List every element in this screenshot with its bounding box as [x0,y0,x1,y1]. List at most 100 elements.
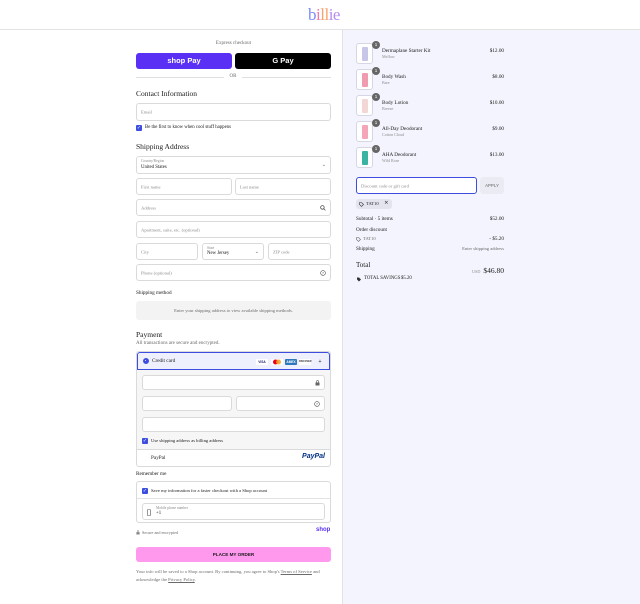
discount-value: - $5.20 [489,236,504,242]
footer-period: . [194,577,196,582]
name-on-card-field[interactable] [142,417,325,432]
product-image [362,151,368,165]
city-field[interactable]: City [136,243,198,260]
state-label: State [207,246,215,250]
last-name-field[interactable]: Last name [235,178,331,195]
shop-pay-button[interactable]: shop Pay [136,53,232,69]
expiration-field[interactable] [142,396,232,411]
country-select[interactable]: Country/Region United States ⌄ [136,156,331,174]
mobile-phone-field[interactable]: Mobile phone number +1 [142,503,325,520]
product-image [362,125,368,139]
quantity-badge: 1 [372,145,380,153]
help-icon[interactable]: ? [320,270,326,276]
discount-tag: TAT10 × [356,199,392,209]
product-thumbnail: 1 [356,145,380,168]
address-field[interactable]: Address [136,199,331,216]
product-price: $9.00 [492,126,504,132]
first-name-placeholder: First name [141,184,161,189]
security-code-field[interactable]: ? [236,396,325,411]
shipping-label: Shipping [356,246,375,252]
paypal-label: PayPal [151,455,166,461]
paypal-option[interactable]: PayPal PayPal [137,449,330,466]
product-image [362,47,368,61]
apply-button[interactable]: APPLY [480,177,504,194]
first-name-field[interactable]: First name [136,178,232,195]
privacy-link[interactable]: Privacy Policy [168,577,195,582]
secure-text: Secure and encrypted [142,530,179,535]
remove-discount-icon[interactable]: × [384,200,389,206]
mastercard-icon [271,359,283,365]
state-select[interactable]: State New Jersey ⌄ [202,243,264,260]
credit-card-radio[interactable] [143,358,149,364]
quantity-badge: 1 [372,93,380,101]
newsletter-label: Be the first to know when cool stuff hap… [145,125,231,130]
product-image [362,99,368,113]
product-variant: Bare [382,80,390,85]
phone-placeholder: Phone (optional) [141,270,172,275]
discount-code-applied: TAT10 [363,236,376,241]
card-number-field[interactable] [142,375,325,390]
shipping-method-title: Shipping method [136,290,172,296]
shop-pay-label: shop Pay [167,56,201,65]
footer-text: Your info will be saved to a Shop accoun… [136,569,280,574]
product-price: $13.00 [489,152,504,158]
save-info-label: Save my information for a faster checkou… [151,488,268,493]
card-form: ? ✓ Use shipping address as billing addr… [137,370,330,449]
order-summary-panel [342,30,640,604]
chevron-down-icon: ⌄ [254,249,259,255]
shipping-method-box: Enter your shipping address to view avai… [136,301,331,320]
discount-code-field[interactable]: Discount code or gift card [356,177,477,194]
zip-field[interactable]: ZIP code [268,243,331,260]
tag-icon [356,237,361,242]
product-variant: Mellow [382,54,395,59]
product-price: $8.00 [492,74,504,80]
divider [136,77,224,78]
credit-card-label: Credit card [152,358,176,364]
country-label: Country/Region [141,159,165,163]
search-icon [320,205,326,211]
terms-link[interactable]: Terms of Service [281,569,312,574]
payment-methods: Credit card VISA AMEX DISCOVER + ? ✓ Use… [136,351,331,467]
email-placeholder: Email [141,109,152,115]
tag-icon [357,277,361,282]
apartment-field[interactable]: Apartment, suite, etc. (optional) [136,221,331,238]
express-checkout-label: Express checkout [215,41,252,46]
header: billie [0,0,640,30]
apartment-placeholder: Apartment, suite, etc. (optional) [141,227,200,232]
total-savings-label: TOTAL SAVINGS [364,276,401,281]
contact-title: Contact Information [136,89,198,98]
discount-placeholder: Discount code or gift card [361,183,409,188]
product-price: $10.00 [489,100,504,106]
save-info-checkbox[interactable]: ✓ [142,488,148,494]
billing-address-checkbox[interactable]: ✓ [142,438,148,444]
newsletter-checkbox[interactable]: ✓ [136,125,142,131]
city-placeholder: City [141,249,149,254]
zip-placeholder: ZIP code [273,249,290,254]
google-pay-button[interactable]: G Pay [235,53,331,69]
paypal-logo: PayPal [302,453,325,460]
lock-icon [315,380,320,386]
quantity-badge: 1 [372,41,380,49]
footer-legal: Your info will be saved to a Shop accoun… [136,568,331,584]
product-thumbnail: 1 [356,41,380,64]
remember-title: Remember me [136,471,167,477]
quantity-badge: 1 [372,67,380,75]
divider [242,77,331,78]
place-order-button[interactable]: PLACE MY ORDER [136,547,331,562]
email-field[interactable]: Email [136,103,331,121]
or-label: OR [229,74,237,79]
discover-icon: DISCOVER [299,359,312,365]
total: USD $46.80 [472,260,504,278]
product-thumbnail: 1 [356,93,380,116]
discount-tag-code: TAT10 [366,201,379,206]
shop-logo: shop [316,527,331,533]
product-variant: Breeze [382,106,394,111]
product-thumbnail: 1 [356,119,380,142]
phone-field[interactable]: Phone (optional) ? [136,264,331,281]
brand-logo[interactable]: billie [308,5,340,25]
subtotal-label: Subtotal · 5 items [356,216,393,222]
total-value: $46.80 [483,266,504,275]
credit-card-option[interactable]: Credit card VISA AMEX DISCOVER + [137,352,330,370]
help-icon[interactable]: ? [314,401,320,407]
product-thumbnail: 1 [356,67,380,90]
